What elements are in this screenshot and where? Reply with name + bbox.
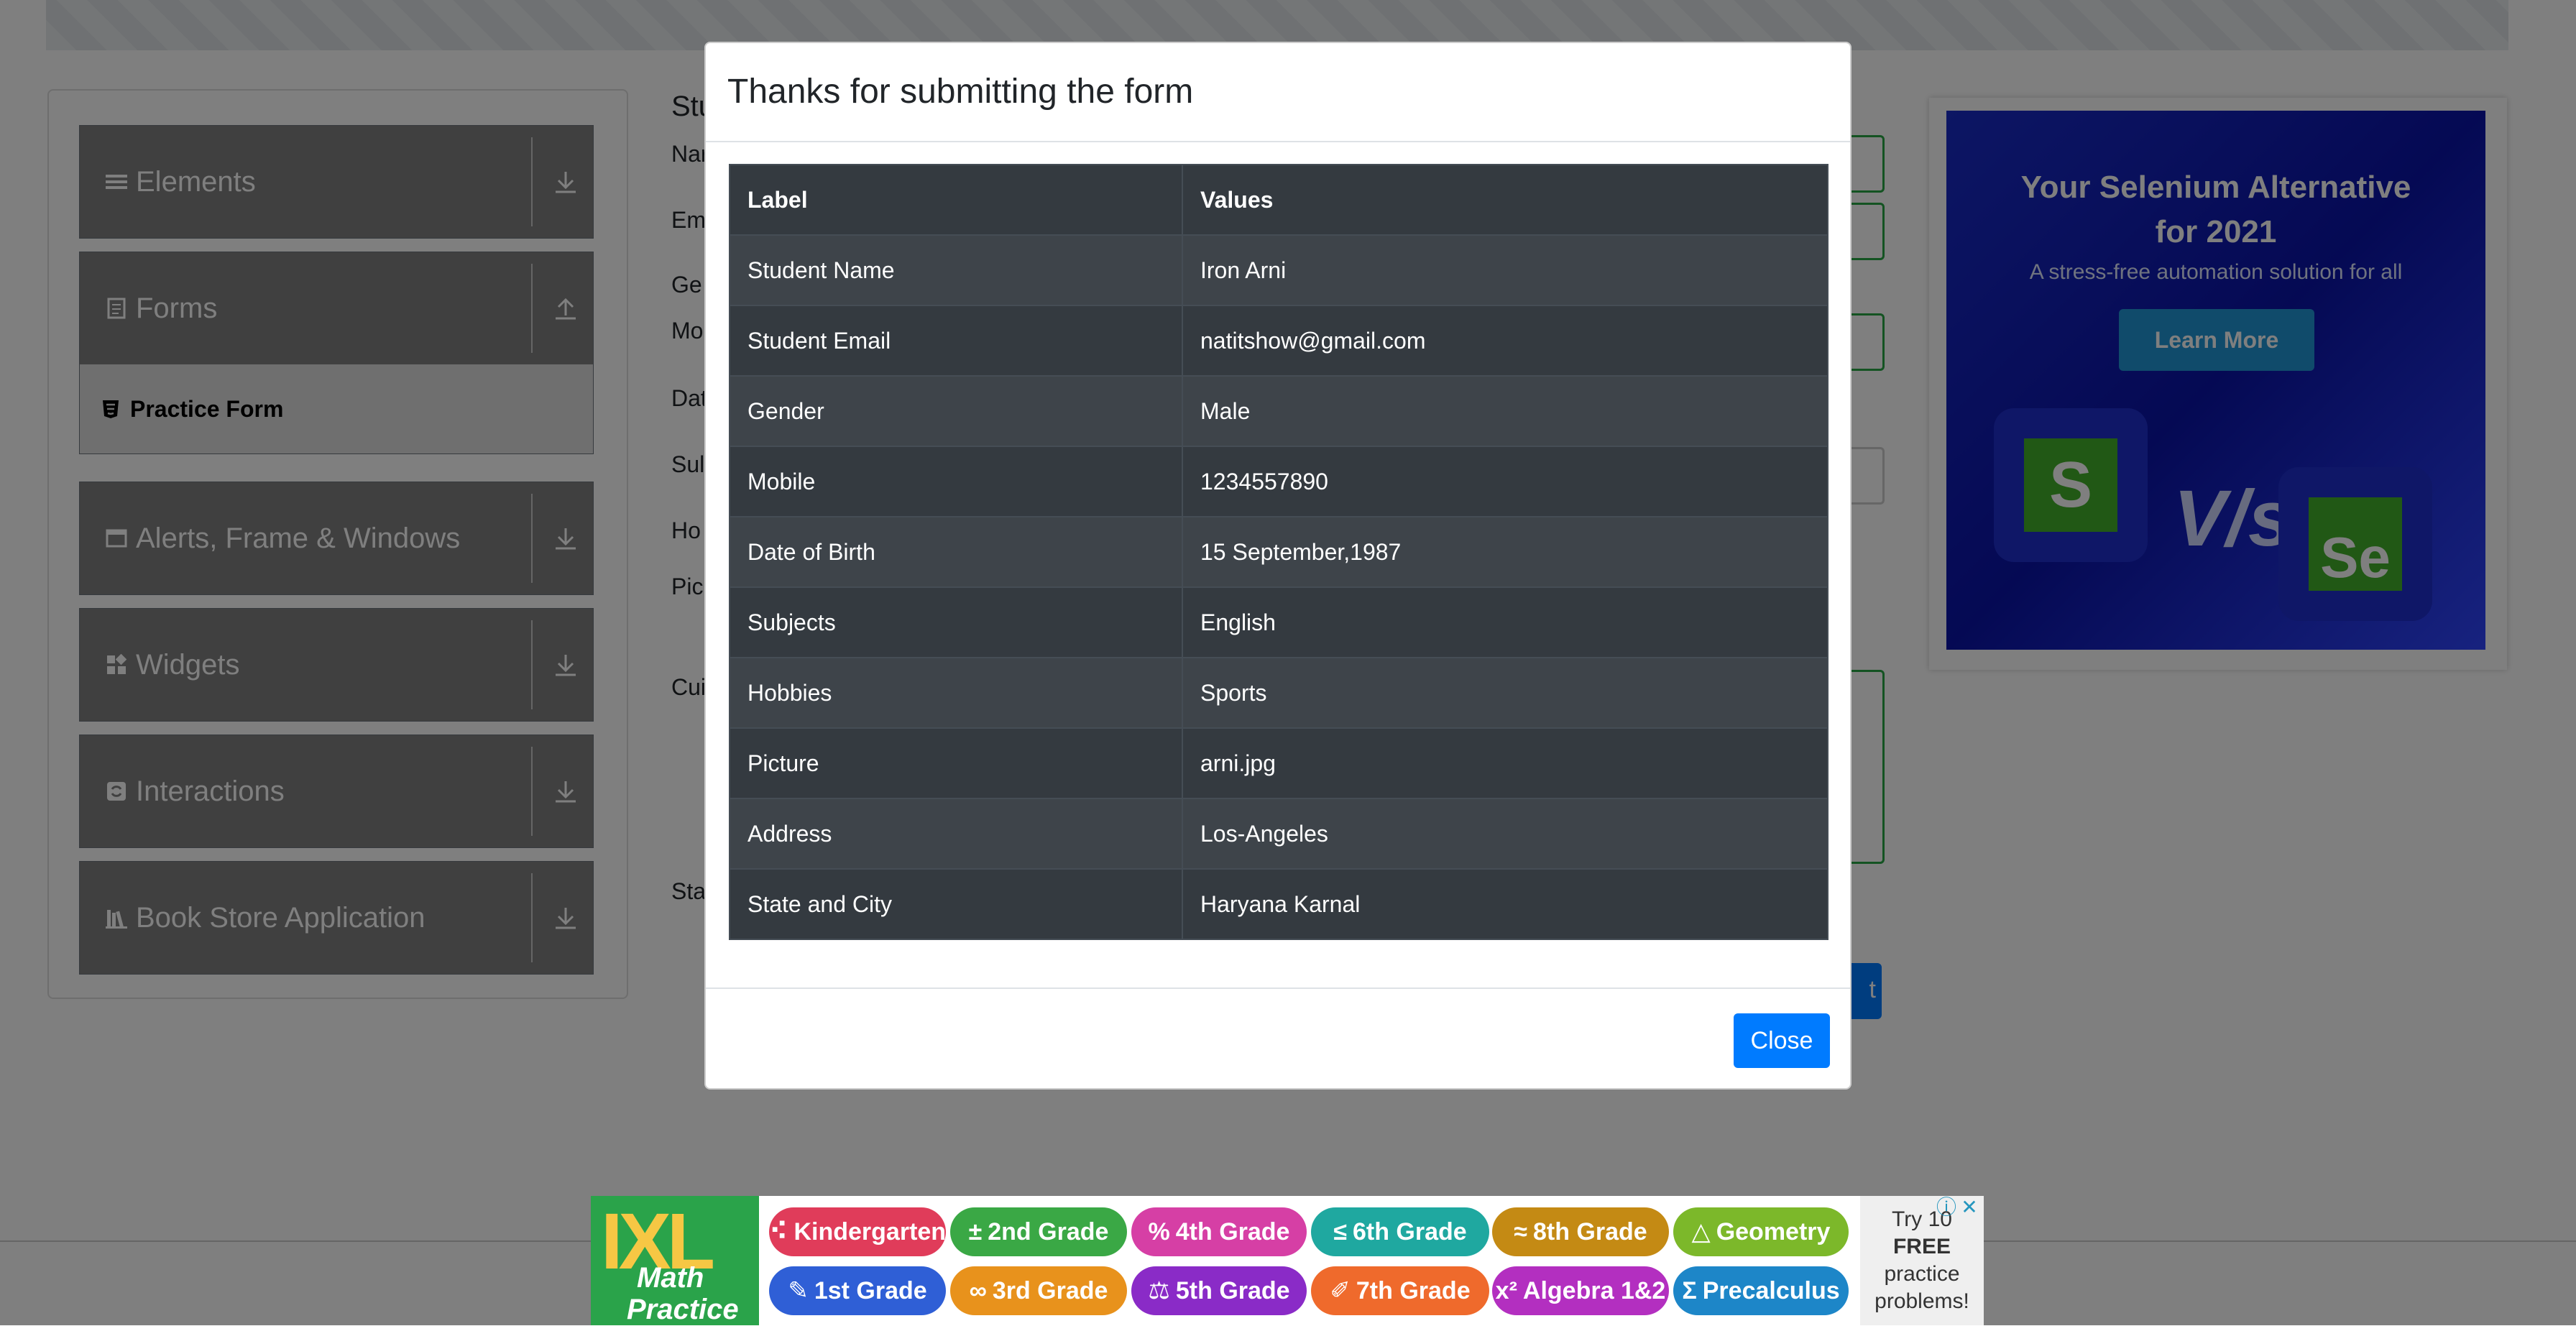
grade-label: 5th Grade <box>1175 1276 1290 1304</box>
grade-label: Precalculus <box>1702 1276 1840 1304</box>
grade-pill-4th-grade[interactable]: % 4th Grade <box>1131 1207 1307 1256</box>
submission-modal: Thanks for submitting the form Label Val… <box>704 42 1852 1090</box>
column-header-values: Values <box>1182 164 1828 236</box>
grade-pill-7th-grade[interactable]: ✐ 7th Grade <box>1311 1266 1489 1315</box>
grade-pill-kindergarten[interactable]: ⠪ Kindergarten <box>769 1207 946 1256</box>
row-label: Hobbies <box>729 657 1183 729</box>
promo-line: problems! <box>1874 1289 1969 1313</box>
table-header-row: Label Values <box>729 164 1828 236</box>
results-table: Label Values Student Name Iron Arni Stude… <box>729 164 1828 940</box>
row-label: Student Name <box>729 234 1183 306</box>
row-value: Haryana Karnal <box>1182 868 1828 940</box>
grade-pill-geometry[interactable]: △ Geometry <box>1673 1207 1849 1256</box>
table-row: Student Email natitshow@gmail.com <box>729 305 1828 377</box>
grade-icon: ⠪ <box>768 1218 788 1246</box>
table-row: Address Los-Angeles <box>729 798 1828 870</box>
grade-label: 8th Grade <box>1532 1217 1647 1246</box>
row-label: State and City <box>729 868 1183 940</box>
row-value: Sports <box>1182 657 1828 729</box>
row-value: natitshow@gmail.com <box>1182 305 1828 377</box>
ad-close-icon[interactable]: ✕ <box>1958 1196 1981 1219</box>
grade-label: Geometry <box>1716 1217 1831 1246</box>
grade-label: 4th Grade <box>1175 1217 1290 1246</box>
row-value: 15 September,1987 <box>1182 516 1828 588</box>
grade-pill-2nd-grade[interactable]: ±2nd Grade <box>950 1207 1127 1256</box>
table-row: Date of Birth 15 September,1987 <box>729 516 1828 588</box>
table-row: State and City Haryana Karnal <box>729 868 1828 940</box>
grade-icon: ✎ <box>788 1277 809 1304</box>
grade-pill-precalculus[interactable]: Σ Precalculus <box>1673 1266 1849 1315</box>
modal-title: Thanks for submitting the form <box>727 73 1194 111</box>
grade-icon: ≤ <box>1333 1217 1347 1246</box>
grade-icon: △ <box>1691 1218 1711 1246</box>
row-label: Subjects <box>729 586 1183 658</box>
promo-line: practice <box>1884 1262 1960 1286</box>
grade-icon: ≈ <box>1514 1217 1527 1246</box>
row-label: Address <box>729 798 1183 870</box>
row-label: Student Email <box>729 305 1183 377</box>
grade-label: 2nd Grade <box>988 1217 1109 1246</box>
row-value: English <box>1182 586 1828 658</box>
ixl-logo[interactable]: IXL Math Practice <box>591 1196 759 1325</box>
row-value: 1234557890 <box>1182 446 1828 517</box>
grade-pill-algebra-1-2[interactable]: x² Algebra 1&2 <box>1492 1266 1669 1315</box>
grade-label: Algebra 1&2 <box>1522 1276 1666 1304</box>
modal-header-divider <box>706 141 1850 142</box>
grade-label: 6th Grade <box>1352 1217 1467 1246</box>
grade-icon: ± <box>968 1217 983 1246</box>
grade-pill-5th-grade[interactable]: ⚖ 5th Grade <box>1131 1266 1307 1315</box>
grade-pill-3rd-grade[interactable]: ∞ 3rd Grade <box>950 1266 1127 1315</box>
grade-label: 3rd Grade <box>992 1276 1108 1304</box>
grade-icon: % <box>1148 1217 1170 1246</box>
grade-icon: ✐ <box>1330 1277 1351 1304</box>
grade-pill-1st-grade[interactable]: ✎ 1st Grade <box>769 1266 946 1315</box>
grade-icon: x² <box>1495 1276 1517 1304</box>
row-label: Mobile <box>729 446 1183 517</box>
row-value: arni.jpg <box>1182 727 1828 799</box>
table-row: Gender Male <box>729 375 1828 447</box>
grade-pill-6th-grade[interactable]: ≤6th Grade <box>1311 1207 1489 1256</box>
grade-icon: Σ <box>1682 1276 1697 1304</box>
grade-pill-8th-grade[interactable]: ≈8th Grade <box>1492 1207 1669 1256</box>
grade-icon: ⚖ <box>1148 1277 1170 1304</box>
table-row: Picture arni.jpg <box>729 727 1828 799</box>
table-row: Subjects English <box>729 586 1828 658</box>
ixl-ad-banner[interactable]: IXL Math Practice ⠪ Kindergarten ±2nd Grad… <box>591 1196 1984 1325</box>
promo-line: FREE <box>1892 1235 1951 1258</box>
ixl-side-promo[interactable]: ⓘ ✕ Try 10 FREE practice problems! <box>1860 1196 1984 1325</box>
grade-label: Kindergarten <box>794 1217 947 1246</box>
ad-info-icon[interactable]: ⓘ <box>1935 1196 1958 1219</box>
table-row: Student Name Iron Arni <box>729 234 1828 306</box>
table-row: Hobbies Sports <box>729 657 1828 729</box>
row-value: Los-Angeles <box>1182 798 1828 870</box>
row-value: Male <box>1182 375 1828 447</box>
modal-footer-divider <box>706 987 1850 989</box>
grade-icon: ∞ <box>969 1276 987 1304</box>
column-header-label: Label <box>729 164 1183 236</box>
row-value: Iron Arni <box>1182 234 1828 306</box>
row-label: Gender <box>729 375 1183 447</box>
grade-label: 1st Grade <box>814 1276 927 1304</box>
row-label: Picture <box>729 727 1183 799</box>
grade-label: 7th Grade <box>1356 1276 1471 1304</box>
row-label: Date of Birth <box>729 516 1183 588</box>
table-row: Mobile 1234557890 <box>729 446 1828 517</box>
close-button[interactable]: Close <box>1734 1013 1830 1068</box>
